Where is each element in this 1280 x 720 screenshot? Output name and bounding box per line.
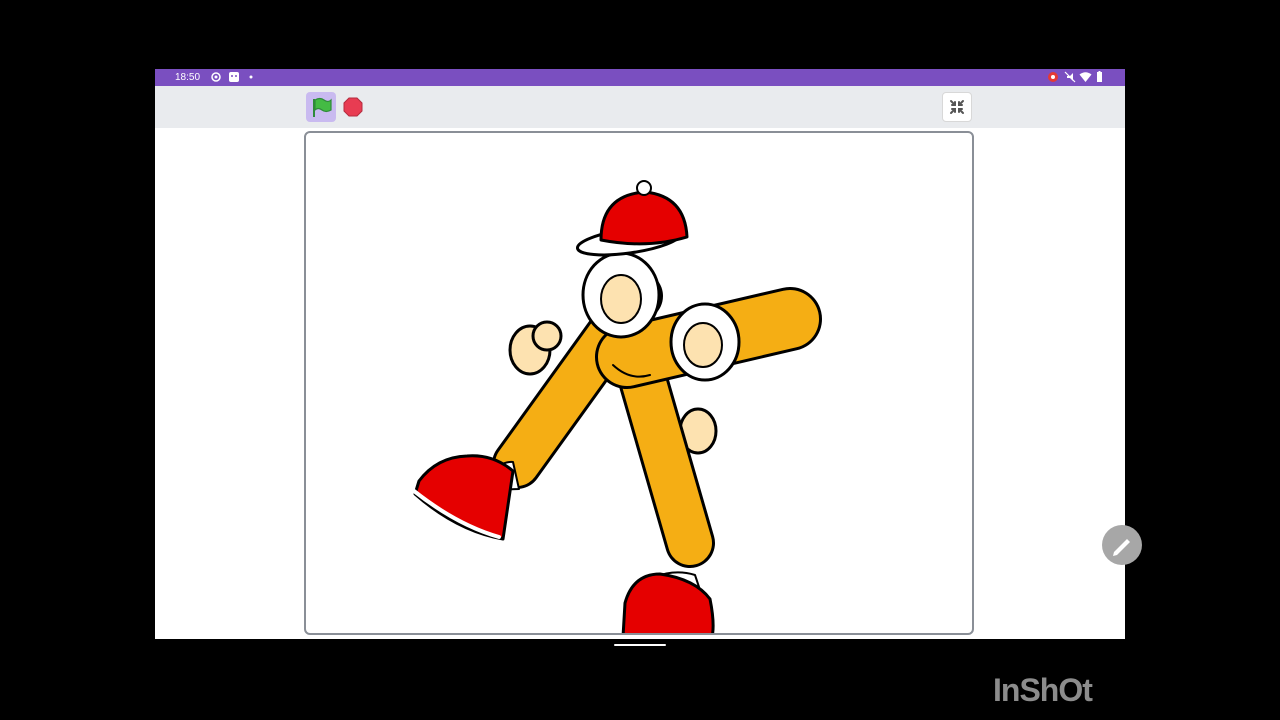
cap-crown [599, 190, 689, 246]
dot-icon [249, 75, 253, 79]
mute-icon [1064, 71, 1076, 83]
tablet-screen: 18:50 [155, 69, 1125, 639]
left-shoe [413, 454, 515, 541]
letter-k-character-sprite[interactable] [306, 133, 972, 633]
exit-fullscreen-button[interactable] [942, 92, 972, 122]
stop-button[interactable] [342, 96, 364, 118]
player-toolbar [155, 86, 1125, 128]
edit-button[interactable] [1102, 525, 1142, 565]
navigation-handle[interactable] [614, 644, 666, 646]
status-time: 18:50 [175, 72, 201, 83]
exit-fullscreen-icon [950, 100, 964, 114]
left-pupil [600, 274, 642, 324]
gps-icon [211, 72, 221, 82]
status-bar: 18:50 [155, 69, 1125, 86]
face-icon [229, 72, 239, 82]
green-flag-button[interactable] [306, 92, 336, 122]
right-pupil [683, 322, 723, 368]
cap-button [636, 180, 652, 196]
battery-icon [1097, 71, 1102, 82]
green-flag-icon [313, 97, 332, 117]
stop-icon [343, 97, 363, 117]
inshot-watermark: InShOt [993, 672, 1093, 708]
record-icon [1048, 72, 1058, 82]
right-shoe [621, 572, 715, 633]
wifi-icon [1079, 72, 1092, 82]
pencil-icon [1113, 539, 1130, 556]
stage-canvas[interactable] [304, 131, 974, 635]
left-hand-thumb [531, 320, 563, 352]
